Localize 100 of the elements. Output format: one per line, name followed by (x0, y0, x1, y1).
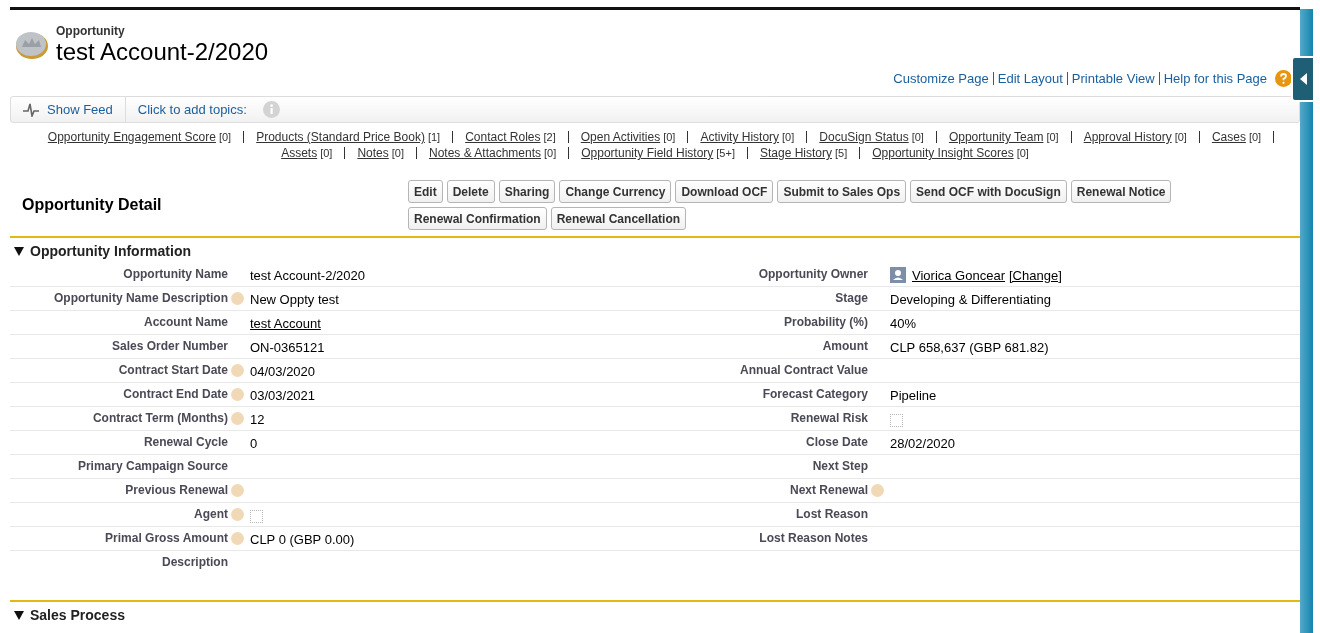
related-list-count: [2] (543, 131, 556, 143)
field-label: Sales Order Number (110, 339, 228, 353)
action-button[interactable]: Renewal Notice (1070, 180, 1172, 203)
related-list-link[interactable]: Contact Roles (465, 131, 541, 143)
field-value: 04/03/2020 (250, 363, 316, 379)
field-label: Lost Reason (795, 507, 868, 521)
action-button[interactable]: Delete (446, 180, 495, 203)
owner-link[interactable]: Viorica Goncear (912, 267, 1005, 283)
related-list-link[interactable]: Notes (357, 147, 389, 159)
field-label: Amount (821, 339, 868, 353)
action-button[interactable]: Change Currency (559, 180, 672, 203)
related-list-count: [1] (427, 131, 441, 143)
action-button[interactable]: Sharing (498, 180, 556, 203)
section-title[interactable]: Opportunity Information (30, 243, 191, 259)
field-value: New Oppty test (250, 291, 339, 307)
field-label: Close Date (804, 435, 868, 449)
field-label: Annual Contract Value (738, 363, 868, 377)
action-button[interactable]: Renewal Confirmation (408, 207, 547, 230)
related-list-link[interactable]: Opportunity Team (948, 131, 1044, 143)
show-feed-button[interactable]: Show Feed (11, 97, 126, 122)
page-link[interactable]: Help for this Page (1159, 72, 1271, 85)
related-list-link[interactable]: Activity History (700, 131, 780, 143)
field-label: Description (161, 555, 228, 569)
field-label: Opportunity Name (122, 267, 228, 281)
related-list-count: [5+] (716, 147, 735, 159)
related-list-link[interactable]: Opportunity Field History (581, 147, 714, 159)
related-list-link[interactable]: Approval History (1083, 131, 1172, 143)
field-value: 03/03/2021 (250, 387, 316, 403)
field-label: Next Renewal (788, 483, 868, 497)
field-value: 40% (890, 315, 917, 331)
related-list-count: [0] (320, 147, 333, 159)
action-button[interactable]: Edit (408, 180, 443, 203)
related-list-count: [0] (663, 131, 676, 143)
field-value: CLP 658,637 (GBP 681.82) (890, 339, 1049, 355)
object-type: Opportunity (56, 24, 126, 38)
collapse-triangle-icon[interactable] (14, 246, 24, 256)
field-value: ON-0365121 (250, 339, 325, 355)
related-list-count: [0] (1174, 131, 1187, 143)
related-list-link[interactable]: Products (Standard Price Book) (256, 131, 425, 143)
related-list-count: [0] (544, 147, 557, 159)
related-list-count: [0] (1248, 131, 1262, 143)
field-label: Renewal Cycle (142, 435, 228, 449)
related-list-count: [0] (1046, 131, 1059, 143)
field-label: Previous Renewal (124, 483, 228, 497)
action-button[interactable]: Renewal Cancellation (550, 207, 687, 230)
field-value: Pipeline (890, 387, 937, 403)
field-label: Opportunity Owner (757, 267, 868, 281)
account-link[interactable]: test Account (250, 315, 321, 331)
page-link[interactable]: Customize Page (889, 72, 994, 85)
related-list-link[interactable]: Assets (281, 147, 318, 159)
field-value: 28/02/2020 (890, 435, 956, 451)
change-link[interactable]: [Change] (1009, 267, 1062, 283)
info-icon (262, 101, 280, 118)
related-list-link[interactable]: Open Activities (580, 131, 661, 143)
field-value: test Account-2/2020 (250, 267, 365, 283)
action-button[interactable]: Submit to Sales Ops (777, 180, 907, 203)
record-title: test Account-2/2020 (56, 38, 269, 66)
pulse-icon (23, 102, 39, 117)
detail-title: Opportunity Detail (22, 196, 163, 214)
section-title[interactable]: Sales Process (30, 607, 125, 623)
related-list-link[interactable]: Stage History (759, 147, 832, 159)
related-list-count: [0] (391, 147, 404, 159)
user-avatar-icon (890, 267, 906, 283)
field-label: Forecast Category (761, 387, 868, 401)
coin-icon (14, 29, 50, 61)
field-label: Renewal Risk (789, 411, 868, 425)
related-list-link[interactable]: Opportunity Insight Scores (872, 147, 1014, 159)
field-label: Lost Reason Notes (758, 531, 868, 545)
related-list-count: [0] (782, 131, 795, 143)
field-label: Next Step (811, 459, 868, 473)
related-list-link[interactable]: Cases (1211, 131, 1246, 143)
field-label: Contract Start Date (117, 363, 228, 377)
field-label: Contract Term (Months) (91, 411, 228, 425)
collapse-arrow-icon (1299, 73, 1307, 85)
related-list-link[interactable]: Notes & Attachments (428, 147, 542, 159)
related-list-count: [0] (911, 131, 924, 143)
related-list-count: [0] (218, 131, 232, 143)
field-label: Agent (193, 507, 228, 521)
field-label: Primary Campaign Source (76, 459, 228, 473)
field-label: Probability (%) (783, 315, 868, 329)
sidebar-toggle-tab[interactable] (1291, 56, 1315, 102)
field-label: Contract End Date (122, 387, 228, 401)
related-list-link[interactable]: DocuSign Status (819, 131, 909, 143)
related-list-count: [5] (835, 147, 848, 159)
field-label: Account Name (142, 315, 228, 329)
field-value: Developing & Differentiating (890, 291, 1051, 307)
field-value: 0 (250, 435, 258, 451)
page-link[interactable]: Edit Layout (993, 72, 1068, 85)
field-value: CLP 0 (GBP 0.00) (250, 531, 355, 547)
add-topics-link[interactable]: Click to add topics: (125, 102, 259, 117)
field-value: 12 (250, 411, 265, 427)
related-list-count: [0] (1016, 147, 1029, 159)
related-list-link[interactable]: Opportunity Engagement Score (47, 131, 216, 143)
action-button[interactable]: Download OCF (675, 180, 774, 203)
field-label: Primal Gross Amount (104, 531, 228, 545)
action-button[interactable]: Send OCF with DocuSign (910, 180, 1067, 203)
collapse-triangle-icon[interactable] (14, 610, 24, 620)
page-link[interactable]: Printable View (1067, 72, 1160, 85)
field-label: Opportunity Name Description (52, 291, 228, 305)
field-label: Stage (834, 291, 868, 305)
